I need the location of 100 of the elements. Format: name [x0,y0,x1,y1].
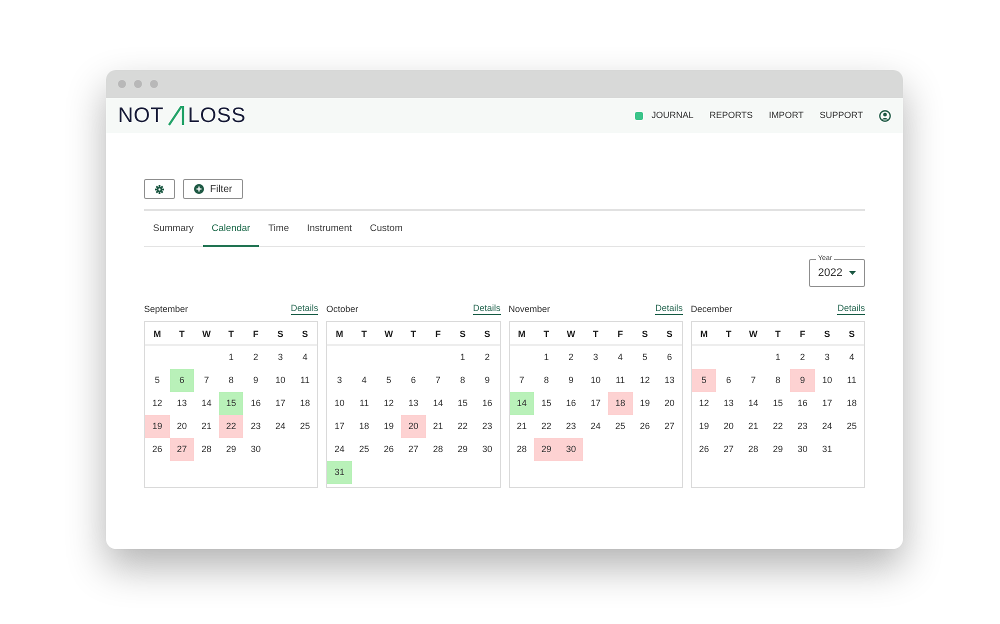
tab[interactable]: Custom [360,211,412,248]
day-cell[interactable]: 28 [194,438,219,462]
day-cell[interactable]: 30 [558,438,584,462]
day-cell[interactable]: 18 [352,415,376,438]
nav-link[interactable]: JOURNAL [651,108,694,122]
day-cell[interactable]: 18 [608,392,633,416]
day-cell[interactable]: 30 [790,438,815,462]
nav-link[interactable]: IMPORT [768,108,804,122]
day-cell[interactable]: 21 [510,415,534,438]
day-cell[interactable]: 10 [583,369,608,392]
day-cell[interactable]: 17 [583,392,608,416]
tab[interactable]: Summary [144,211,203,248]
day-cell[interactable]: 21 [194,415,219,438]
day-cell[interactable]: 29 [766,438,790,462]
day-cell[interactable]: 13 [170,392,194,416]
day-cell[interactable]: 26 [376,438,402,462]
day-cell[interactable]: 7 [194,369,219,392]
day-cell[interactable]: 11 [608,369,633,392]
day-cell[interactable]: 11 [352,392,376,416]
day-cell[interactable]: 4 [352,369,376,392]
day-cell[interactable]: 25 [292,415,318,438]
day-cell[interactable]: 10 [814,369,840,392]
day-cell[interactable]: 18 [839,392,864,416]
day-cell[interactable]: 2 [558,346,584,370]
filter-button[interactable]: Filter [183,179,244,199]
user-account-icon[interactable] [879,110,891,122]
day-cell[interactable]: 16 [558,392,584,416]
day-cell[interactable]: 3 [583,346,608,370]
day-cell[interactable]: 31 [814,438,840,462]
day-cell[interactable]: 19 [145,415,170,438]
day-cell[interactable]: 5 [145,369,170,392]
day-cell[interactable]: 16 [790,392,815,416]
day-cell[interactable]: 20 [716,415,741,438]
day-cell[interactable]: 14 [194,392,219,416]
day-cell[interactable]: 23 [474,415,500,438]
tab[interactable]: Time [259,211,298,248]
day-cell[interactable]: 5 [692,369,716,392]
day-cell[interactable]: 6 [401,369,426,392]
nav-link[interactable]: SUPPORT [820,108,863,122]
day-cell[interactable]: 7 [426,369,450,392]
day-cell[interactable]: 24 [268,415,293,438]
day-cell[interactable]: 26 [692,438,716,462]
day-cell[interactable]: 28 [426,438,450,462]
day-cell[interactable]: 3 [814,346,840,370]
day-cell[interactable]: 19 [632,392,658,416]
day-cell[interactable]: 14 [510,392,534,416]
tab[interactable]: Calendar [202,211,260,248]
day-cell[interactable]: 26 [632,415,658,438]
day-cell[interactable]: 22 [534,415,559,438]
day-cell[interactable]: 9 [474,369,500,392]
day-cell[interactable]: 7 [510,369,534,392]
day-cell[interactable]: 22 [766,415,790,438]
day-cell[interactable]: 21 [426,415,450,438]
day-cell[interactable]: 29 [534,438,559,462]
day-cell[interactable]: 12 [632,369,658,392]
day-cell[interactable]: 1 [534,346,559,370]
day-cell[interactable]: 12 [376,392,402,416]
day-cell[interactable]: 24 [583,415,608,438]
day-cell[interactable]: 15 [766,392,790,416]
day-cell[interactable]: 22 [450,415,475,438]
day-cell[interactable]: 22 [218,415,244,438]
day-cell[interactable]: 8 [766,369,790,392]
day-cell[interactable]: 5 [376,369,402,392]
day-cell[interactable]: 6 [170,369,194,392]
day-cell[interactable]: 2 [790,346,815,370]
details-link[interactable]: Details [837,303,865,316]
day-cell[interactable]: 11 [292,369,318,392]
day-cell[interactable]: 1 [218,346,244,370]
day-cell[interactable]: 6 [716,369,741,392]
day-cell[interactable]: 6 [657,346,682,370]
day-cell[interactable]: 2 [243,346,268,370]
day-cell[interactable]: 1 [766,346,790,370]
day-cell[interactable]: 26 [145,438,170,462]
day-cell[interactable]: 19 [692,415,716,438]
details-link[interactable]: Details [472,303,500,316]
day-cell[interactable]: 11 [839,369,864,392]
day-cell[interactable]: 17 [814,392,840,416]
day-cell[interactable]: 23 [243,415,268,438]
day-cell[interactable]: 27 [170,438,194,462]
day-cell[interactable]: 8 [450,369,475,392]
day-cell[interactable]: 14 [740,392,766,416]
settings-button[interactable] [144,179,175,199]
day-cell[interactable]: 12 [692,392,716,416]
day-cell[interactable]: 15 [218,392,244,416]
day-cell[interactable]: 25 [608,415,633,438]
day-cell[interactable]: 7 [740,369,766,392]
day-cell[interactable]: 20 [401,415,426,438]
day-cell[interactable]: 29 [218,438,244,462]
day-cell[interactable]: 14 [426,392,450,416]
nav-link[interactable]: REPORTS [709,108,753,122]
day-cell[interactable]: 1 [450,346,475,370]
day-cell[interactable]: 20 [657,392,682,416]
day-cell[interactable]: 3 [268,346,293,370]
day-cell[interactable]: 4 [839,346,864,370]
day-cell[interactable]: 21 [740,415,766,438]
details-link[interactable]: Details [290,303,318,316]
day-cell[interactable]: 8 [534,369,559,392]
day-cell[interactable]: 17 [268,392,293,416]
day-cell[interactable]: 15 [534,392,559,416]
day-cell[interactable]: 9 [243,369,268,392]
